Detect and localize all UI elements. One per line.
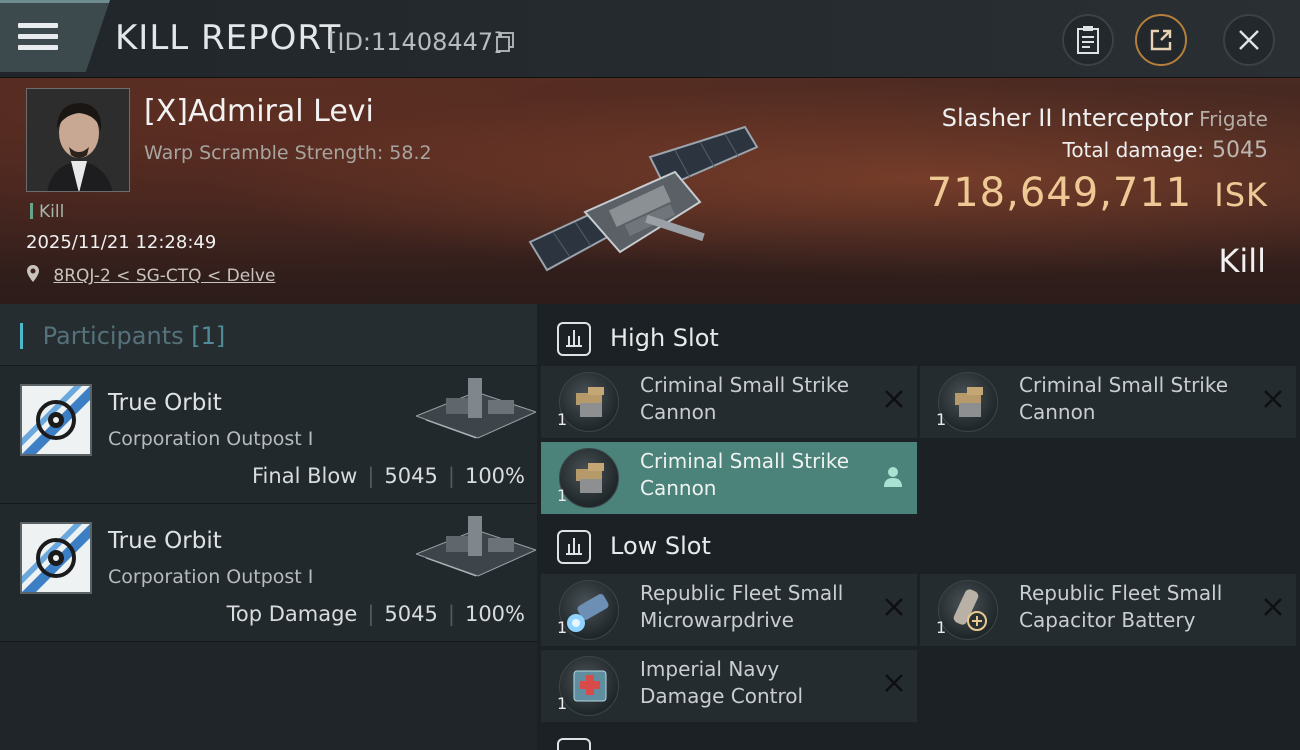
menu-button[interactable] <box>0 0 110 72</box>
clipboard-icon <box>1077 26 1099 54</box>
clipboard-button[interactable] <box>1062 14 1114 66</box>
isk-amount: 718,649,711 <box>926 170 1193 216</box>
top-bar: KILL REPORT [ID:11408447] <box>0 0 1300 78</box>
close-icon <box>1239 30 1259 50</box>
total-damage-value: 5045 <box>1212 138 1268 163</box>
dropped-person-icon <box>884 467 902 487</box>
corporation-logo <box>20 384 92 456</box>
module-name: Criminal Small Strike Cannon <box>640 373 850 424</box>
participants-label: Participants <box>42 322 184 350</box>
mid-slot-icon <box>557 738 591 750</box>
ship-type-name: Slasher II Interceptor <box>941 104 1194 132</box>
fitting-panel: High Slot 1 Criminal Small Strike Cannon … <box>537 304 1300 750</box>
low-slot-module[interactable]: 1 Imperial Navy Damage Control <box>541 650 917 722</box>
corporation-logo <box>20 522 92 594</box>
isk-value: 718,649,711 ISK <box>927 170 1268 216</box>
participant-label: Final Blow <box>252 464 358 488</box>
participant-percent: 100% <box>464 464 525 488</box>
low-slot-module[interactable]: 1 Republic Fleet Small Microwarpdrive <box>541 574 917 646</box>
participant-name: True Orbit <box>108 390 222 416</box>
module-name: Republic Fleet Small Microwarpdrive <box>640 581 844 632</box>
high-slot-module[interactable]: 1 Criminal Small Strike Cannon <box>920 366 1296 438</box>
module-quantity: 1 <box>557 486 568 505</box>
participant-stats: Top Damage | 5045 | 100% <box>226 602 525 626</box>
module-name: Criminal Small Strike Cannon <box>640 449 850 500</box>
low-slot-icon <box>557 530 591 564</box>
participant-row[interactable]: True Orbit Corporation Outpost I Final B… <box>0 366 537 504</box>
participant-name: True Orbit <box>108 528 222 554</box>
close-button[interactable] <box>1223 14 1275 66</box>
participant-damage: 5045 <box>384 602 438 626</box>
module-name: Republic Fleet Small Capacitor Battery <box>1019 581 1223 632</box>
participants-count: [1] <box>191 322 226 350</box>
low-slot-header: Low Slot <box>537 514 1300 578</box>
participant-percent: 100% <box>464 602 525 626</box>
destroyed-icon <box>1264 390 1282 408</box>
capacitor-battery-icon <box>938 580 998 640</box>
ship-class: Frigate <box>1199 107 1268 131</box>
module-name: Criminal Small Strike Cannon <box>1019 373 1229 424</box>
high-slot-module-selected[interactable]: 1 Criminal Small Strike Cannon <box>541 442 917 514</box>
participant-damage: 5045 <box>384 464 438 488</box>
mid-slot-header <box>537 730 1300 750</box>
copy-icon[interactable] <box>496 32 514 52</box>
victim-summary: [X]Admiral Levi Warp Scramble Strength: … <box>0 78 1300 304</box>
total-damage-label: Total damage: <box>1062 138 1205 162</box>
isk-unit: ISK <box>1214 176 1268 214</box>
outpost-render <box>416 378 536 439</box>
module-quantity: 1 <box>557 410 568 429</box>
pilot-portrait[interactable] <box>26 88 130 192</box>
location-text: 8RQJ-2 < SG-CTQ < Delve <box>53 266 276 286</box>
high-slot-header: High Slot <box>537 306 1300 370</box>
damage-control-icon <box>559 656 619 716</box>
low-slot-title: Low Slot <box>610 532 711 560</box>
corp-emblem-icon <box>22 386 90 454</box>
kill-tag: Kill <box>30 202 64 222</box>
pilot-avatar-icon <box>27 89 129 191</box>
export-button[interactable] <box>1135 14 1187 66</box>
low-slot-module[interactable]: 1 Republic Fleet Small Capacitor Battery <box>920 574 1296 646</box>
location-pin-icon <box>27 265 39 282</box>
participant-label: Top Damage <box>226 602 358 626</box>
microwarpdrive-icon <box>559 580 619 640</box>
participant-ship-type: Corporation Outpost I <box>108 428 314 450</box>
module-quantity: 1 <box>936 618 947 637</box>
destroyed-icon <box>885 674 903 692</box>
high-slot-module[interactable]: 1 Criminal Small Strike Cannon <box>541 366 917 438</box>
total-damage: Total damage: 5045 <box>1063 138 1269 163</box>
page-title: KILL REPORT <box>115 18 342 58</box>
ship-name[interactable]: Slasher II Interceptor Frigate <box>942 104 1268 132</box>
outpost-render <box>416 516 536 577</box>
corp-emblem-icon <box>22 524 90 592</box>
module-quantity: 1 <box>936 410 947 429</box>
hamburger-menu-icon <box>18 23 58 53</box>
warp-scramble-strength: Warp Scramble Strength: 58.2 <box>144 142 432 164</box>
participant-ship-type: Corporation Outpost I <box>108 566 314 588</box>
participant-row[interactable]: True Orbit Corporation Outpost I Top Dam… <box>0 504 537 642</box>
participants-header: Participants [1] <box>0 304 537 366</box>
participant-stats: Final Blow | 5045 | 100% <box>252 464 525 488</box>
participants-panel: Participants [1] True Orbit Corporation … <box>0 304 537 750</box>
report-id: [ID:11408447] <box>328 28 503 56</box>
location-link[interactable]: 8RQJ-2 < SG-CTQ < Delve <box>26 264 275 286</box>
participants-title: Participants [1] <box>20 322 226 350</box>
ship-render <box>528 125 759 272</box>
destroyed-icon <box>1264 598 1282 616</box>
cannon-icon <box>559 372 619 432</box>
cannon-icon <box>938 372 998 432</box>
destroyed-icon <box>885 390 903 408</box>
module-quantity: 1 <box>557 618 568 637</box>
export-icon <box>1150 29 1172 51</box>
pilot-name[interactable]: [X]Admiral Levi <box>144 94 374 129</box>
high-slot-title: High Slot <box>610 324 719 352</box>
high-slot-icon <box>557 322 591 356</box>
module-quantity: 1 <box>557 694 568 713</box>
kill-outcome: Kill <box>1218 242 1266 280</box>
destroyed-icon <box>885 598 903 616</box>
kill-datetime: 2025/11/21 12:28:49 <box>26 232 217 253</box>
cannon-icon <box>559 448 619 508</box>
module-name: Imperial Navy Damage Control <box>640 657 804 708</box>
